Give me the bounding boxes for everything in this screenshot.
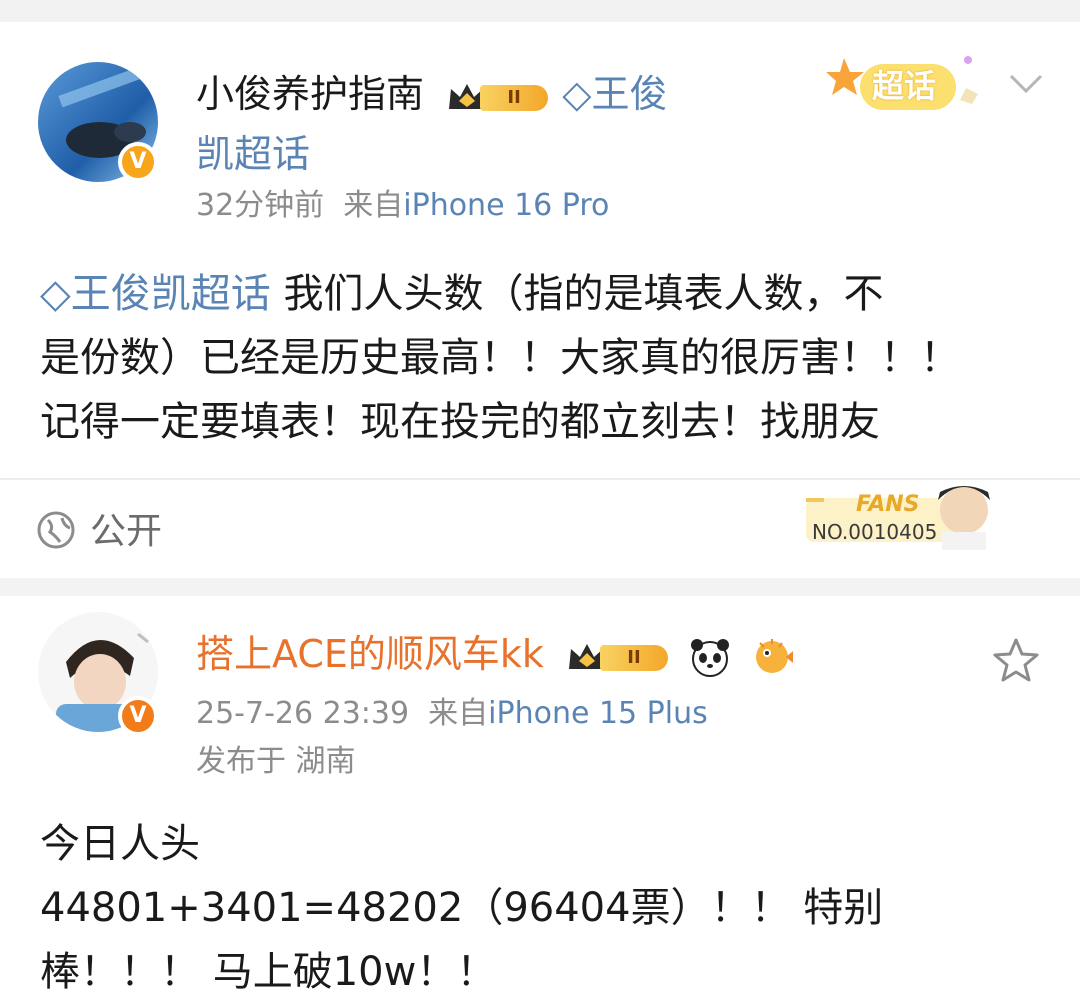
post-time: 25-7-26 23:39	[196, 696, 410, 731]
post-body-line: 记得一定要填表！现在投完的都立刻去！找朋友	[40, 399, 880, 445]
chaohua-badge-label: 超话	[872, 67, 937, 105]
post-body-line: 44801+3401=48202（96404票）！！ 特别	[40, 885, 884, 931]
username[interactable]: 小俊养护指南	[196, 72, 424, 116]
globe-icon	[36, 510, 76, 550]
level-crown-icon: II	[566, 639, 670, 675]
post-body-line: 今日人头	[40, 821, 200, 867]
section-separator	[0, 578, 1080, 596]
post-body-line: 棒！！！ 马上破10w！！	[40, 949, 497, 995]
post-body: 今日人头 44801+3401=48202（96404票）！！ 特别 棒！！！ …	[40, 812, 1050, 1004]
level-tag: II	[599, 644, 668, 671]
fans-badge[interactable]: FANS NO.0010405	[800, 480, 1000, 550]
topic-link[interactable]: ◇王俊	[562, 72, 667, 116]
fans-label: FANS	[856, 492, 920, 517]
post-author-line: 小俊养护指南 II ◇王俊	[196, 70, 667, 118]
chevron-down-icon[interactable]	[1008, 72, 1044, 96]
chaohua-badge[interactable]: 超话	[826, 50, 992, 120]
username[interactable]: 搭上ACE的顺风车kk	[196, 632, 544, 676]
body-topic-link[interactable]: ◇王俊凯超话	[40, 271, 271, 317]
verified-badge-icon: V	[118, 696, 158, 736]
status-bar	[0, 0, 1080, 22]
visibility-label[interactable]: 公开	[90, 510, 162, 554]
source-prefix: 来自	[428, 696, 489, 731]
panda-icon	[691, 638, 730, 677]
topic-link-continued[interactable]: 凯超话	[196, 130, 310, 178]
level-tag: II	[480, 84, 549, 111]
post-body: ◇王俊凯超话 我们人头数（指的是填表人数，不 是份数）已经是历史最高！！大家真的…	[40, 262, 1050, 454]
post-body-line: 是份数）已经是历史最高！！大家真的很厉害！！！	[40, 335, 960, 381]
pufferfish-icon	[756, 638, 794, 673]
diamond-icon: ◇	[562, 72, 592, 116]
post-body-line: ◇王俊凯超话 我们人头数（指的是填表人数，不	[40, 271, 884, 317]
device-link[interactable]: iPhone 16 Pro	[403, 188, 609, 223]
post-author-line: 搭上ACE的顺风车kk II	[196, 630, 794, 679]
diamond-icon: ◇	[40, 271, 71, 317]
post-meta: 32分钟前 来自iPhone 16 Pro	[196, 186, 609, 226]
source-prefix: 来自	[343, 188, 404, 223]
fans-number: NO.0010405	[812, 520, 938, 544]
post-time: 32分钟前	[196, 188, 325, 223]
post-location: 发布于 湖南	[196, 744, 356, 779]
device-link[interactable]: iPhone 15 Plus	[488, 696, 708, 731]
post-meta: 25-7-26 23:39 来自iPhone 15 Plus	[196, 694, 708, 734]
level-crown-icon: II	[446, 79, 550, 115]
verified-badge-icon: V	[118, 142, 158, 182]
star-icon[interactable]	[992, 636, 1040, 684]
